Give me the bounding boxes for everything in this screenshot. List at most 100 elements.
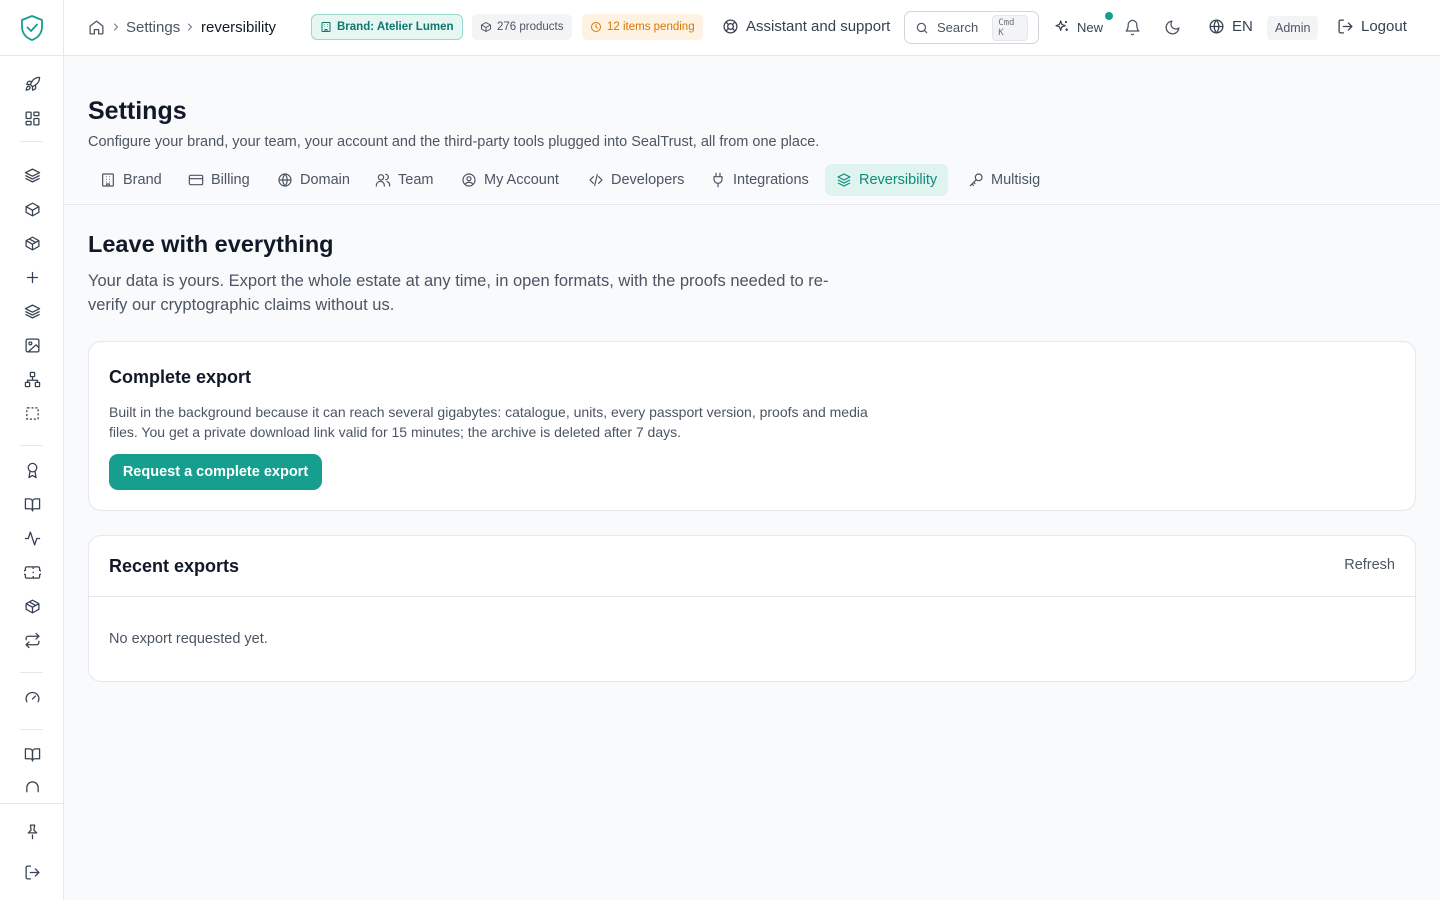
building-icon bbox=[100, 172, 116, 188]
role-badge: Admin bbox=[1267, 16, 1319, 40]
globe-icon bbox=[277, 172, 293, 188]
moon-icon[interactable] bbox=[1164, 19, 1181, 36]
sidebar-header-divider bbox=[0, 55, 64, 56]
assistant-support-link[interactable]: Assistant and support bbox=[722, 18, 890, 35]
user-circle-icon bbox=[461, 172, 477, 188]
users-icon bbox=[375, 172, 391, 188]
lifebuoy-icon bbox=[722, 18, 739, 35]
key-icon bbox=[968, 172, 984, 188]
settings-header: Settings Configure your brand, your team… bbox=[64, 56, 1440, 205]
package-icon[interactable] bbox=[20, 231, 44, 255]
tab-label: My Account bbox=[484, 172, 559, 188]
plug-icon bbox=[710, 172, 726, 188]
new-button[interactable]: New bbox=[1054, 19, 1103, 35]
page-subtitle: Configure your brand, your team, your ac… bbox=[88, 134, 820, 150]
clock-icon bbox=[590, 21, 602, 33]
book-icon[interactable] bbox=[20, 742, 44, 766]
complete-export-card: Complete export Built in the background … bbox=[88, 341, 1416, 511]
tab-label: Multisig bbox=[991, 172, 1041, 188]
breadcrumb-current: reversibility bbox=[201, 19, 277, 36]
brand-pill-label: Brand: Atelier Lumen bbox=[337, 21, 454, 33]
tab-my-account[interactable]: My Account bbox=[450, 164, 570, 196]
section-title: Leave with everything bbox=[88, 231, 334, 257]
empty-state-text: No export requested yet. bbox=[109, 631, 268, 647]
package-return-icon bbox=[836, 172, 852, 188]
chevron-right-icon bbox=[184, 21, 196, 33]
bell-icon[interactable] bbox=[1124, 19, 1141, 36]
sidebar-divider bbox=[20, 445, 43, 446]
activity-icon[interactable] bbox=[20, 526, 44, 550]
globe-icon bbox=[1208, 18, 1225, 35]
tab-reversibility[interactable]: Reversibility bbox=[825, 164, 949, 196]
image-icon[interactable] bbox=[20, 333, 44, 357]
search-label: Search bbox=[937, 20, 979, 35]
card-title: Complete export bbox=[109, 367, 252, 387]
tab-team[interactable]: Team bbox=[364, 164, 444, 196]
sidebar-divider bbox=[20, 672, 43, 673]
box-icon bbox=[480, 21, 492, 33]
tab-billing[interactable]: Billing bbox=[177, 164, 261, 196]
tab-brand[interactable]: Brand bbox=[89, 164, 173, 196]
products-count-label: 276 products bbox=[497, 21, 564, 33]
credit-card-icon bbox=[188, 172, 204, 188]
building-icon bbox=[320, 21, 332, 33]
tab-label: Brand bbox=[123, 172, 162, 188]
refresh-button[interactable]: Refresh bbox=[1344, 557, 1395, 573]
tab-label: Developers bbox=[611, 172, 685, 188]
package-check-icon[interactable] bbox=[20, 594, 44, 618]
pin-icon[interactable] bbox=[20, 819, 44, 843]
sidebar-footer-divider bbox=[0, 803, 64, 804]
network-icon[interactable] bbox=[20, 367, 44, 391]
breadcrumb-settings[interactable]: Settings bbox=[126, 19, 180, 36]
sparkles-icon bbox=[1054, 19, 1070, 35]
dashed-frame-icon[interactable] bbox=[20, 401, 44, 425]
shield-check-logo-icon[interactable] bbox=[19, 14, 45, 42]
language-label: EN bbox=[1232, 18, 1253, 35]
book-open-icon[interactable] bbox=[20, 492, 44, 516]
tab-label: Billing bbox=[211, 172, 250, 188]
topbar: Settings reversibility Brand: Atelier Lu… bbox=[64, 0, 1440, 56]
language-selector[interactable]: EN bbox=[1208, 18, 1253, 35]
code-icon bbox=[588, 172, 604, 188]
pending-items-pill[interactable]: 12 items pending bbox=[582, 14, 703, 40]
new-indicator-dot bbox=[1105, 12, 1113, 20]
page-title: Settings bbox=[88, 97, 187, 125]
request-export-button[interactable]: Request a complete export bbox=[109, 454, 322, 490]
logout-button[interactable]: Logout bbox=[1337, 18, 1407, 35]
tab-label: Reversibility bbox=[859, 172, 938, 188]
tab-label: Team bbox=[398, 172, 434, 188]
search-icon bbox=[915, 21, 929, 35]
layers-icon[interactable] bbox=[20, 163, 44, 187]
sidebar-divider bbox=[20, 141, 43, 142]
tab-domain[interactable]: Domain bbox=[266, 164, 361, 196]
sidebar bbox=[0, 0, 64, 900]
tab-integrations[interactable]: Integrations bbox=[699, 164, 820, 196]
search-button[interactable]: Search Cmd K bbox=[904, 11, 1039, 44]
tab-developers[interactable]: Developers bbox=[577, 164, 695, 196]
gauge-icon[interactable] bbox=[20, 685, 44, 709]
section-description: Your data is yours. Export the whole est… bbox=[88, 272, 829, 314]
dashboard-grid-icon[interactable] bbox=[20, 106, 44, 130]
award-icon[interactable] bbox=[20, 458, 44, 482]
rocket-icon[interactable] bbox=[20, 72, 44, 96]
card-title: Recent exports bbox=[109, 556, 240, 576]
sign-out-icon[interactable] bbox=[20, 860, 44, 884]
plus-icon[interactable] bbox=[20, 265, 44, 289]
products-count-pill[interactable]: 276 products bbox=[472, 14, 572, 40]
logout-icon bbox=[1337, 18, 1354, 35]
ticket-icon[interactable] bbox=[20, 560, 44, 584]
brand-pill[interactable]: Brand: Atelier Lumen bbox=[311, 14, 463, 40]
stack-icon[interactable] bbox=[20, 299, 44, 323]
pending-items-label: 12 items pending bbox=[607, 21, 695, 33]
tab-label: Domain bbox=[300, 172, 350, 188]
tab-multisig[interactable]: Multisig bbox=[957, 164, 1051, 196]
headset-icon[interactable] bbox=[20, 776, 44, 793]
card-divider bbox=[89, 596, 1415, 597]
search-shortcut: Cmd K bbox=[992, 14, 1028, 41]
sidebar-divider bbox=[20, 729, 43, 730]
logout-label: Logout bbox=[1361, 18, 1407, 35]
box-icon[interactable] bbox=[20, 197, 44, 221]
repeat-icon[interactable] bbox=[20, 628, 44, 652]
recent-exports-card: Recent exports Refresh No export request… bbox=[88, 535, 1416, 682]
home-icon[interactable] bbox=[88, 19, 105, 36]
